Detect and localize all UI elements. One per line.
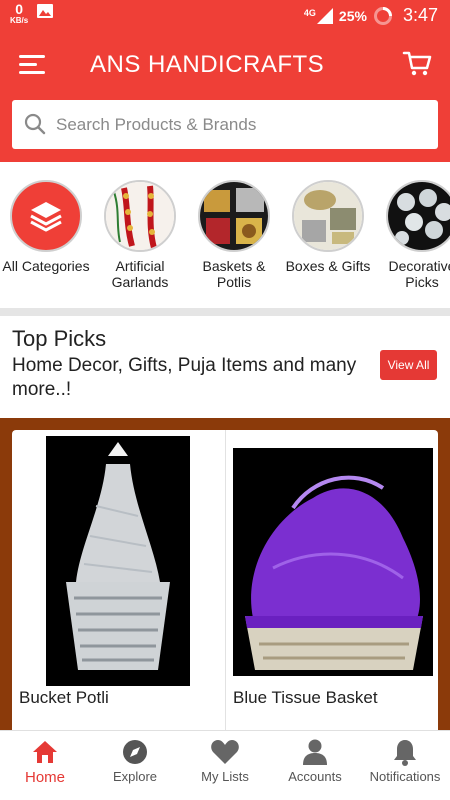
network-speed: 0 KB/s: [10, 2, 28, 25]
compass-icon: [90, 737, 180, 767]
search-box[interactable]: [12, 100, 438, 149]
app-title: ANS HANDICRAFTS: [90, 51, 325, 78]
category-label: Decorative Picks: [388, 258, 450, 290]
nav-home[interactable]: Home: [0, 737, 90, 786]
signal-group: 4G: [303, 7, 333, 24]
category-image: [198, 180, 270, 252]
baskets-image: [200, 182, 268, 250]
top-picks-section: Top Picks Home Decor, Gifts, Puja Items …: [0, 316, 450, 418]
hamburger-icon: [19, 55, 45, 74]
layers-icon: [30, 202, 62, 232]
bottom-navigation: Home Explore My Lists Accounts Notificat…: [0, 730, 450, 800]
category-decorative-picks[interactable]: Decorative Picks: [377, 180, 450, 290]
garland-image: [106, 182, 174, 250]
search-icon: [24, 113, 46, 135]
decorative-picks-image: [388, 182, 450, 250]
category-label: Artificial Garlands: [111, 258, 169, 290]
section-divider: [0, 308, 450, 316]
nav-explore[interactable]: Explore: [90, 737, 180, 784]
bucket-potli-image: [46, 436, 190, 686]
category-baskets-potlis[interactable]: Baskets & Potlis: [189, 180, 279, 290]
nav-label: My Lists: [201, 769, 249, 784]
network-speed-unit: KB/s: [10, 16, 29, 25]
products-background: Bucket Potli Blue Tissue Basket: [0, 418, 450, 740]
nav-label: Accounts: [288, 769, 342, 784]
category-label: Baskets & Potlis: [202, 258, 266, 290]
search-bar-container: [0, 100, 450, 162]
category-strip[interactable]: All Categories Artificial Garlands Baske…: [0, 162, 450, 310]
heart-icon: [180, 737, 270, 767]
menu-button[interactable]: [18, 52, 48, 78]
boxes-image: [294, 182, 362, 250]
nav-notifications[interactable]: Notifications: [360, 737, 450, 784]
battery-ring-icon: [373, 6, 392, 25]
nav-label: Explore: [112, 769, 158, 784]
product-image: [233, 448, 433, 676]
network-type: 4G: [303, 7, 316, 18]
network-speed-value: 0: [15, 1, 24, 17]
category-all[interactable]: All Categories: [1, 180, 91, 274]
category-label: Boxes & Gifts: [285, 258, 371, 274]
nav-accounts[interactable]: Accounts: [270, 737, 360, 784]
nav-label: Home: [24, 769, 65, 786]
battery-percent: 25%: [338, 7, 367, 24]
blue-tissue-basket-image: [233, 448, 433, 676]
cart-button[interactable]: [402, 48, 432, 78]
status-bar: 0 KB/s 4G 25% 3:47: [0, 0, 450, 30]
category-image: [104, 180, 176, 252]
status-right: 4G 25% 3:47: [304, 5, 438, 26]
cart-icon: [402, 51, 432, 76]
category-image: [386, 180, 450, 252]
bell-icon: [360, 737, 450, 767]
clock: 3:47: [402, 5, 438, 25]
status-left: 0 KB/s: [10, 2, 54, 25]
product-name: Blue Tissue Basket: [233, 688, 378, 707]
nav-my-lists[interactable]: My Lists: [180, 737, 270, 784]
category-label: All Categories: [2, 258, 90, 274]
person-icon: [270, 737, 360, 767]
product-grid: Bucket Potli Blue Tissue Basket: [12, 430, 438, 740]
search-input[interactable]: [56, 100, 426, 149]
product-card-blue-tissue-basket[interactable]: Blue Tissue Basket: [225, 430, 438, 730]
app-bar: ANS HANDICRAFTS: [0, 30, 450, 100]
all-categories-icon-circle: [10, 180, 82, 252]
home-icon: [0, 737, 90, 767]
category-artificial-garlands[interactable]: Artificial Garlands: [95, 180, 185, 290]
category-image: [292, 180, 364, 252]
category-boxes-gifts[interactable]: Boxes & Gifts: [283, 180, 373, 274]
product-card-bucket-potli[interactable]: Bucket Potli: [12, 430, 224, 730]
nav-label: Notifications: [369, 769, 441, 784]
product-name: Bucket Potli: [19, 688, 109, 707]
gallery-icon: [37, 4, 54, 18]
top-picks-subtitle: Home Decor, Gifts, Puja Items and many m…: [12, 355, 357, 400]
top-picks-title: Top Picks: [12, 326, 107, 351]
product-image: [46, 436, 190, 686]
view-all-button[interactable]: View All: [380, 350, 437, 380]
signal-icon: [316, 7, 333, 24]
